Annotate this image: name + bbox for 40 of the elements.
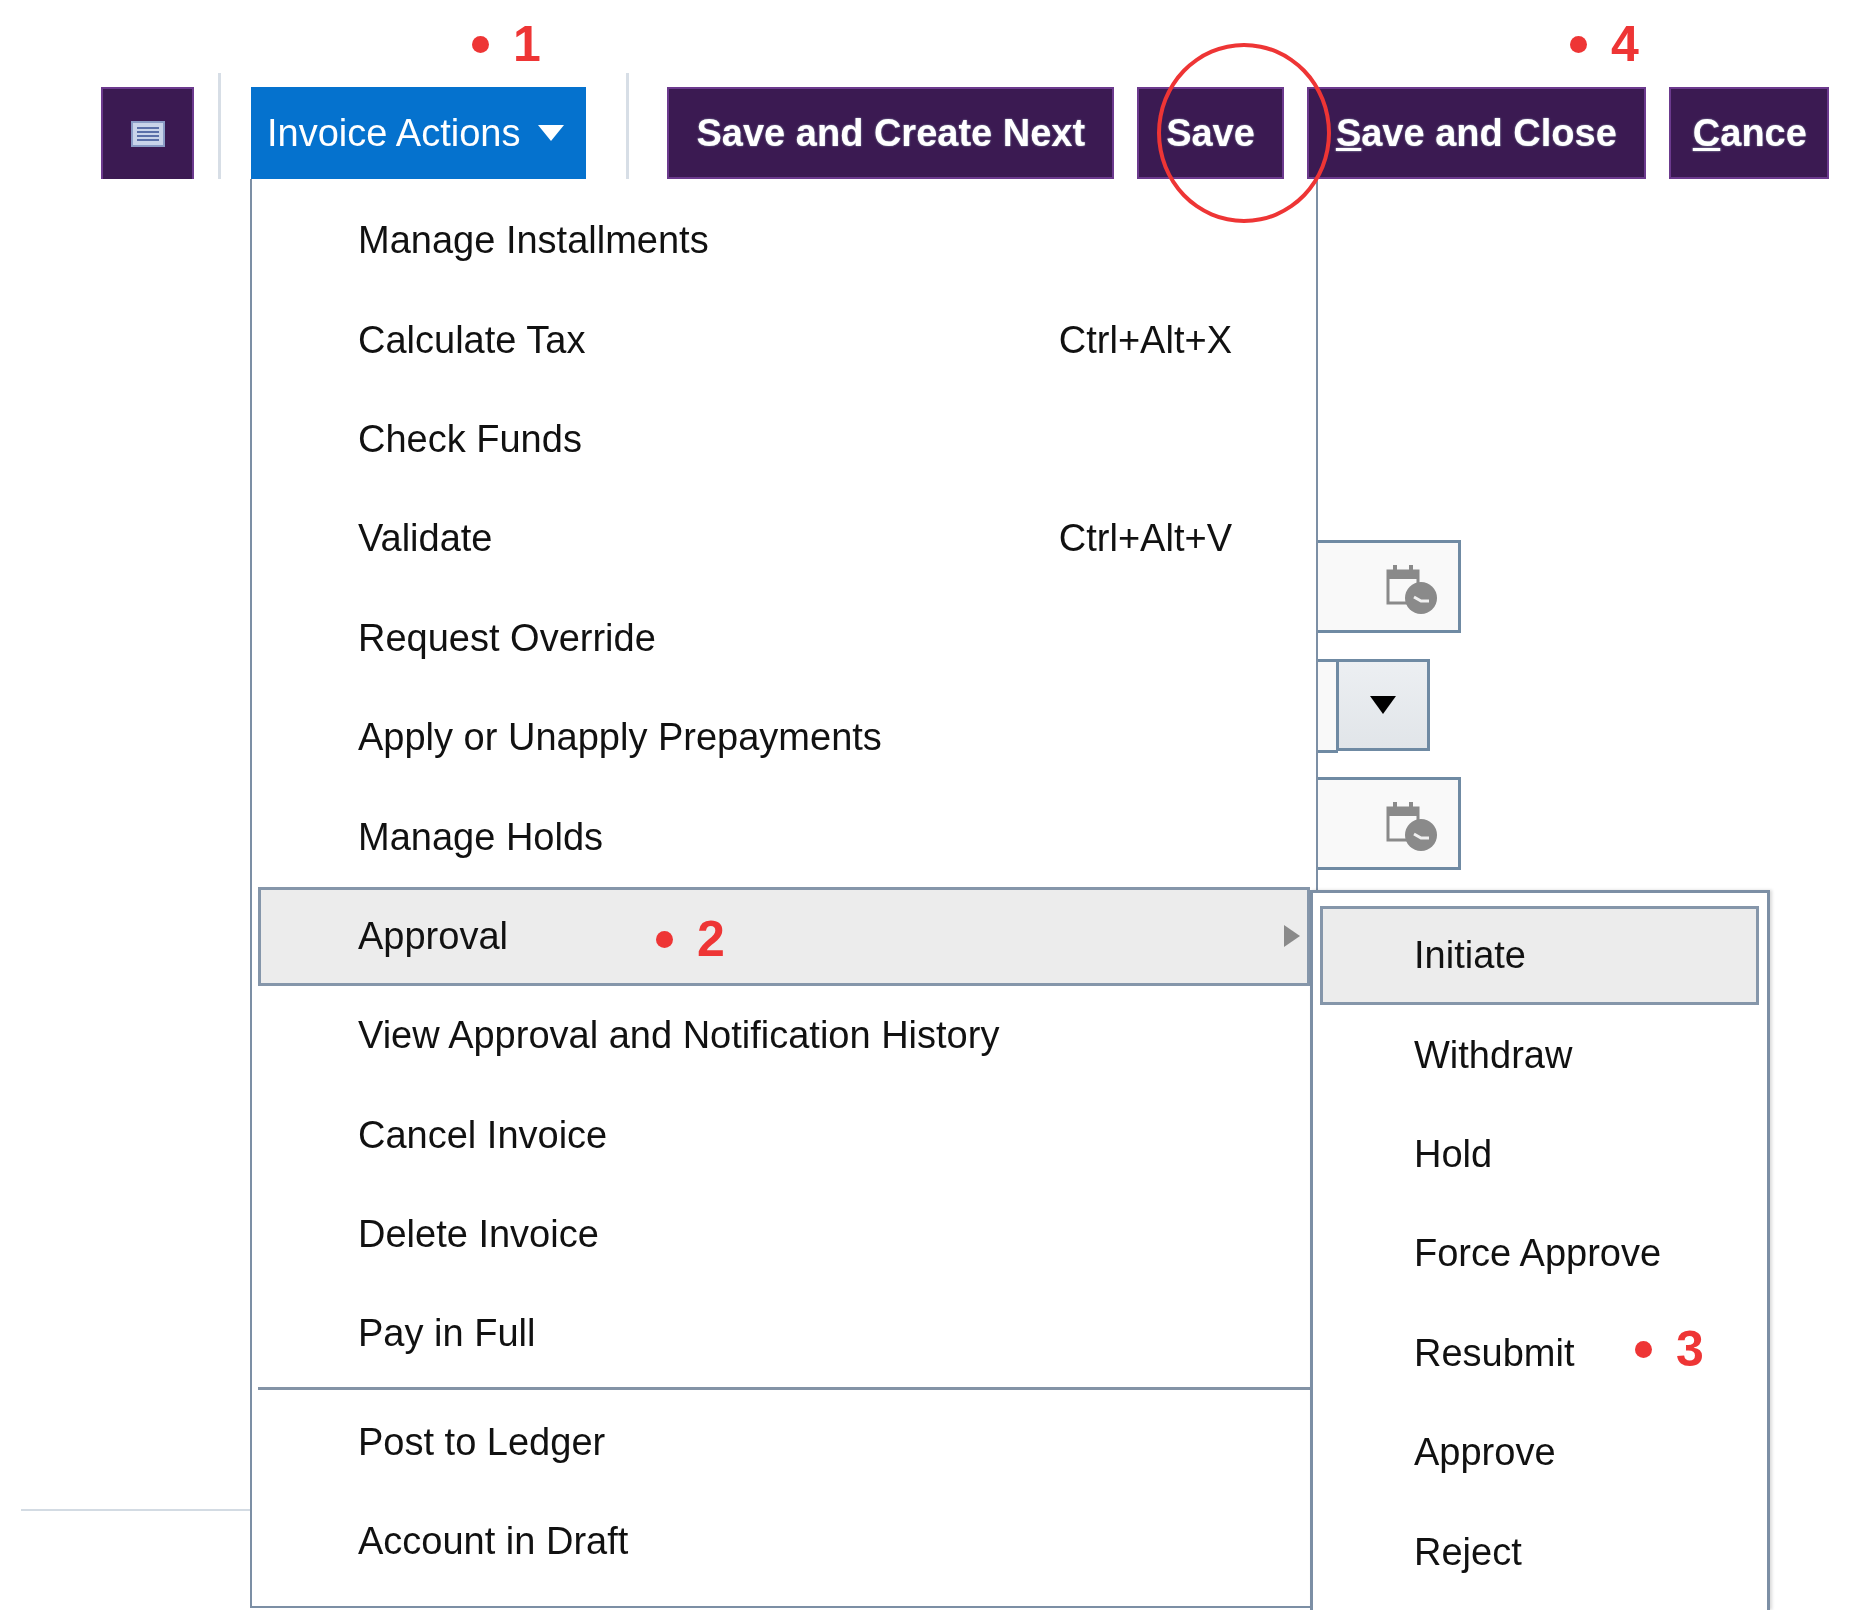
- callout-dot: [1570, 35, 1587, 53]
- submenu-item[interactable]: Force Approve: [1320, 1204, 1678, 1304]
- save-and-close-button[interactable]: Save and Close: [1306, 87, 1646, 179]
- keyboard-shortcut: Ctrl+Alt+X: [1058, 318, 1232, 362]
- submenu-item[interactable]: Resubmit: [1320, 1303, 1591, 1403]
- callout-dot: [472, 35, 489, 53]
- callout-number: 2: [697, 914, 725, 964]
- menu-item[interactable]: Calculate Tax Ctrl+Alt+X: [258, 290, 1310, 390]
- panel-toggle-button[interactable]: [101, 87, 194, 179]
- menu-item[interactable]: Validate Ctrl+Alt+V: [258, 489, 1310, 589]
- callout-number: 4: [1611, 19, 1639, 69]
- save-and-create-next-button[interactable]: Save and Create Next: [667, 87, 1115, 179]
- caret-down-icon: [538, 125, 565, 141]
- submenu-item[interactable]: Withdraw: [1320, 1005, 1589, 1105]
- submenu-item[interactable]: Hold: [1320, 1104, 1509, 1205]
- menu-item[interactable]: Post to Ledger: [258, 1392, 1310, 1493]
- submenu-item[interactable]: Approve: [1320, 1402, 1572, 1503]
- callout-number: 3: [1676, 1324, 1704, 1374]
- caret-icon: [1370, 696, 1396, 714]
- calendar-clock-icon: [1386, 565, 1437, 614]
- keyboard-shortcut: Ctrl+Alt+V: [1058, 517, 1232, 561]
- menu-item[interactable]: Check Funds: [258, 389, 1310, 490]
- menu-item[interactable]: Account in Draft: [258, 1492, 1310, 1592]
- submenu-item[interactable]: Reject: [1320, 1502, 1538, 1602]
- menu-item[interactable]: Cancel Invoice: [258, 1085, 1310, 1185]
- callout-number: 1: [513, 19, 541, 69]
- menu-item[interactable]: Request Override: [258, 588, 1310, 688]
- cancel-button[interactable]: Cance: [1668, 87, 1829, 179]
- submenu-item[interactable]: Initiate: [1320, 906, 1759, 1006]
- list-icon: [130, 121, 165, 147]
- invoice-actions-menu-button[interactable]: Invoice Actions: [251, 87, 587, 179]
- menu-item[interactable]: Delete Invoice: [258, 1184, 1310, 1285]
- menu-item[interactable]: Pay in Full: [258, 1284, 1310, 1384]
- calendar-clock-icon: [1386, 802, 1437, 851]
- dropdown-button[interactable]: [1336, 659, 1430, 751]
- save-button[interactable]: Save: [1137, 87, 1284, 179]
- menu-item[interactable]: Manage Holds: [258, 787, 1310, 887]
- menu-item[interactable]: View Approval and Notification History: [258, 986, 1310, 1086]
- menu-item[interactable]: Apply or Unapply Prepayments: [258, 687, 1310, 788]
- menu-item[interactable]: Manage Installments: [258, 191, 1310, 291]
